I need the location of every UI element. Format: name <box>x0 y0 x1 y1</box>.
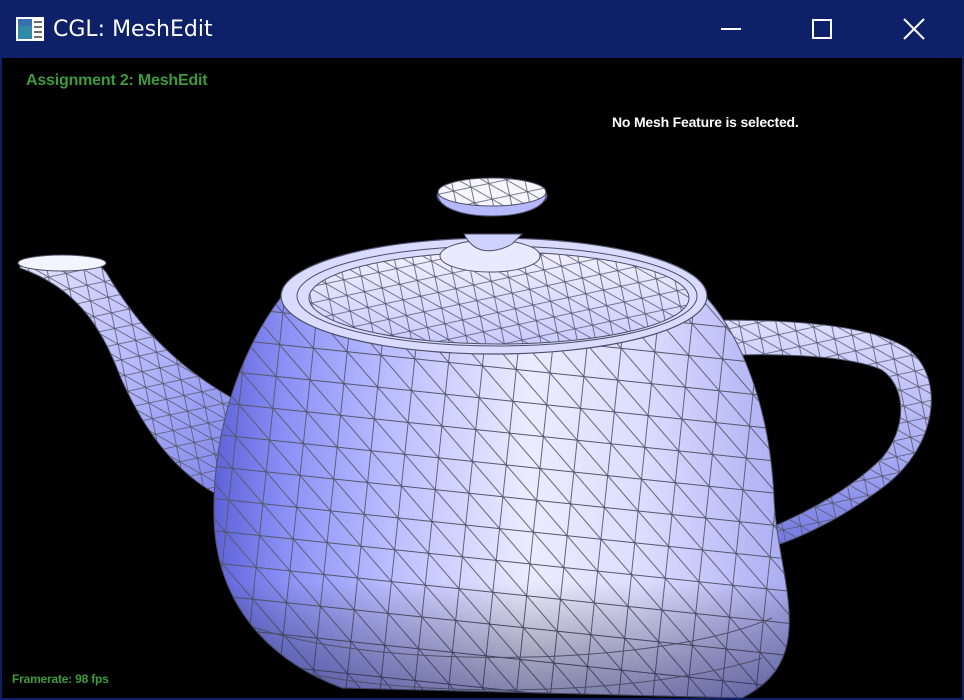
minimize-icon <box>721 28 741 30</box>
teapot-mesh[interactable] <box>2 58 962 698</box>
assignment-label: Assignment 2: MeshEdit <box>26 72 208 89</box>
close-button[interactable] <box>868 0 960 58</box>
app-icon <box>16 17 44 41</box>
framerate-readout: Framerate: 98 fps <box>12 672 109 686</box>
app-window: CGL: MeshEdit Assignment 2: MeshEdit No … <box>0 0 964 700</box>
close-icon <box>903 18 925 40</box>
teapot-lid <box>280 177 708 355</box>
maximize-icon <box>812 19 832 39</box>
minimize-button[interactable] <box>685 0 777 58</box>
maximize-button[interactable] <box>776 0 868 58</box>
window-title: CGL: MeshEdit <box>53 17 213 42</box>
render-viewport[interactable]: Assignment 2: MeshEdit No Mesh Feature i… <box>2 58 962 698</box>
title-bar[interactable]: CGL: MeshEdit <box>0 0 964 58</box>
teapot-spout <box>17 254 233 499</box>
selection-status: No Mesh Feature is selected. <box>612 114 799 130</box>
